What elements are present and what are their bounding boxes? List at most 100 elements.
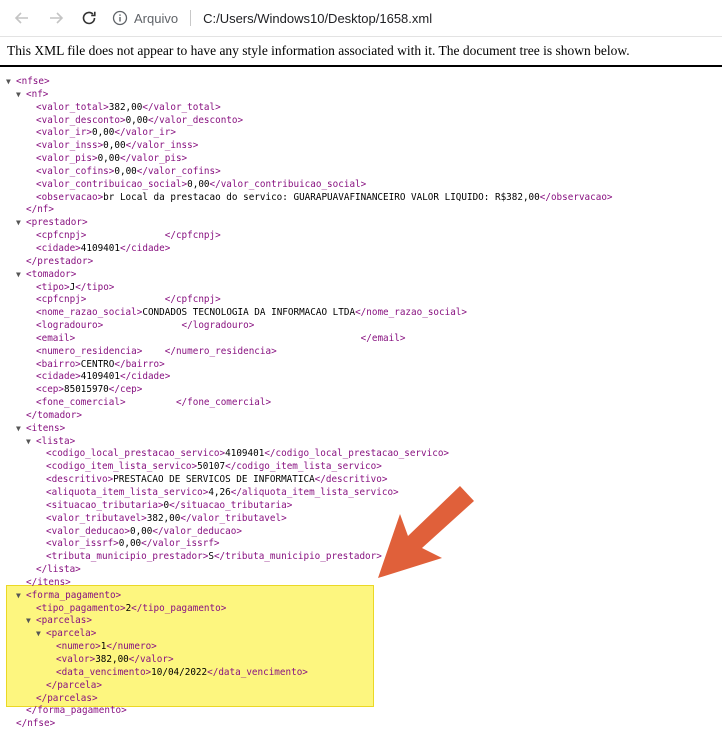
xml-open-tag: <tomador> [26,268,77,280]
reload-icon [82,11,96,25]
collapse-toggle-icon[interactable]: ▼ [36,628,46,641]
xml-line: ▼ <parcela> [0,628,722,641]
collapse-toggle-icon[interactable]: ▼ [16,590,26,603]
xml-close-tag: </cidade> [119,371,171,383]
xml-open-tag: <cpfcnpj> [36,294,87,306]
xml-close-tag: </valor_desconto> [147,114,244,126]
xml-line: <cidade>4109401</cidade> [0,243,722,256]
xml-close-tag: </valor_contribuicao_social> [209,178,367,190]
xml-line: ▼ <itens> [0,423,722,436]
collapse-toggle-icon[interactable]: ▼ [16,423,26,436]
xml-value: 4109401 [80,242,120,254]
xml-line: </nfse> [0,718,722,731]
back-button[interactable] [10,6,34,30]
xml-line: ▼ <forma_pagamento> [0,590,722,603]
xml-open-tag: </parcelas> [36,692,98,704]
xml-value: 382,00 [108,101,143,113]
collapse-toggle-icon[interactable]: ▼ [6,76,16,89]
xml-line: <valor_pis>0,00</valor_pis> [0,153,722,166]
xml-open-tag: <codigo_local_prestacao_servico> [46,448,226,460]
xml-line: <valor_issrf>0,00</valor_issrf> [0,538,722,551]
xml-open-tag: <nfse> [16,76,50,87]
xml-line: <data_vencimento>10/04/2022</data_vencim… [0,667,722,680]
collapse-toggle-icon[interactable]: ▼ [26,615,36,628]
xml-line: <tipo>J</tipo> [0,282,722,295]
xml-line: <numero_residencia> </numero_residencia> [0,346,722,359]
xml-line: </tomador> [0,410,722,423]
xml-open-tag: <situacao_tributaria> [46,499,164,511]
xml-line: <codigo_item_lista_servico>50107</codigo… [0,461,722,474]
xml-open-tag: <valor_contribuicao_social> [36,178,188,190]
xml-open-tag: <cep> [36,384,64,396]
xml-close-tag: </valor_deducao> [152,525,242,537]
xml-close-tag: </valor_cofins> [136,165,221,177]
xml-open-tag: <cpfcnpj> [36,230,87,242]
xml-open-tag: <valor_issrf> [46,538,119,550]
xml-line: <cidade>4109401</cidade> [0,371,722,384]
xml-value: 50107 [197,461,226,473]
xml-line: </itens> [0,577,722,590]
xml-value [75,333,360,344]
xml-open-tag: <data_vencimento> [56,666,152,678]
xml-line: <cpfcnpj> </cpfcnpj> [0,294,722,307]
xml-value: 0,00 [97,153,120,165]
xml-close-tag: </data_vencimento> [207,666,308,678]
xml-close-tag: </cep> [108,384,143,396]
xml-close-tag: </valor_ir> [114,127,176,139]
xml-value: 382,00 [146,512,181,524]
xml-open-tag: <fone_comercial> [36,397,126,409]
xml-close-tag: </cidade> [119,242,171,254]
xml-close-tag: </nome_razao_social> [355,307,468,319]
collapse-toggle-icon[interactable]: ▼ [16,269,26,282]
collapse-toggle-icon[interactable]: ▼ [26,436,36,449]
xml-close-tag: </numero> [106,641,157,653]
xml-open-tag: <forma_pagamento> [26,589,122,601]
xml-close-tag: </valor_tributavel> [180,512,287,524]
xml-open-tag: </lista> [36,564,81,576]
xml-line: <valor_cofins>0,00</valor_cofins> [0,166,722,179]
address-url[interactable]: C:/Users/Windows10/Desktop/1658.xml [203,11,432,26]
xml-open-tag: <parcela> [46,628,97,640]
xml-value: 10/04/2022 [151,666,208,678]
xml-line: <fone_comercial> </fone_comercial> [0,397,722,410]
reload-button[interactable] [77,6,101,30]
address-bar[interactable]: Arquivo C:/Users/Windows10/Desktop/1658.… [112,5,432,31]
collapse-toggle-icon[interactable]: ▼ [16,217,26,230]
xml-tree: ▼ <nfse> ▼ <nf> <valor_total>382,00</valor_t… [0,76,722,731]
xml-line: <nome_razao_social>CONDADOS TECNOLOGIA D… [0,307,722,320]
xml-open-tag: <bairro> [36,358,81,370]
xml-open-tag: </nfse> [16,718,56,730]
xml-open-tag: <prestador> [26,217,88,229]
xml-value [142,346,164,357]
xml-line: <descritivo>PRESTACAO DE SERVICOS DE INF… [0,474,722,487]
xml-info-header: This XML file does not appear to have an… [0,36,722,67]
back-arrow-icon [14,12,28,24]
xml-line: <valor_ir>0,00</valor_ir> [0,127,722,140]
xml-line: </prestador> [0,256,722,269]
xml-open-tag: <itens> [26,422,66,434]
xml-open-tag: <valor_cofins> [36,165,115,177]
xml-close-tag: </valor_total> [142,101,221,113]
info-icon[interactable] [112,10,128,26]
xml-line: </lista> [0,564,722,577]
xml-value: br Local da prestacao do servico: GUARAP… [103,191,540,203]
xml-close-tag: </valor_pis> [119,153,188,165]
xml-open-tag: </itens> [26,576,71,588]
xml-open-tag: <numero_residencia> [36,345,143,357]
address-separator [190,10,192,26]
xml-line: <aliquota_item_lista_servico>4,26</aliqu… [0,487,722,500]
xml-value: 0,00 [91,127,115,139]
forward-button[interactable] [44,6,68,30]
xml-value: CONDADOS TECNOLOGIA DA INFORMACAO LTDA [142,307,356,319]
xml-open-tag: <valor_deducao> [46,525,130,537]
collapse-toggle-icon[interactable]: ▼ [16,89,26,102]
xml-close-tag: </valor_issrf> [141,538,220,550]
xml-line: <email> </email> [0,333,722,346]
xml-line: ▼ <prestador> [0,217,722,230]
xml-line: <bairro>CENTRO</bairro> [0,359,722,372]
xml-close-tag: </bairro> [114,358,165,370]
xml-close-tag: </cpfcnpj> [164,230,221,242]
xml-line: <valor_total>382,00</valor_total> [0,102,722,115]
xml-close-tag: </tipo_pagamento> [131,602,227,614]
xml-open-tag: </nf> [26,204,54,216]
